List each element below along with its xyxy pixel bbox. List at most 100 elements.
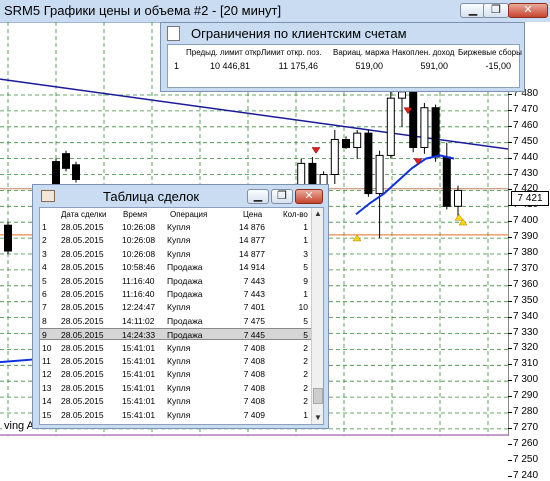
trade-operation: Купля — [167, 369, 191, 380]
indicator-label: ving A — [2, 420, 36, 432]
trade-operation: Купля — [167, 302, 191, 313]
limits-header-open-limit: Лимит откр. поз. — [261, 48, 322, 57]
restore-button[interactable]: ❐ — [483, 3, 509, 18]
trade-index: 1 — [42, 222, 47, 232]
table-row[interactable]: 9 28.05.2015 14:24:33 Продажа 7 445 5 — [40, 328, 311, 341]
table-row[interactable]: 5 28.05.2015 11:16:40 Продажа 7 443 9 — [40, 275, 311, 287]
trade-price: 7 443 — [243, 289, 265, 299]
trade-quantity: 2 — [303, 342, 308, 353]
trade-quantity: 5 — [303, 262, 308, 273]
trade-price: 7 408 — [243, 369, 265, 380]
price-tick: 7 450 — [507, 135, 539, 147]
trade-time: 10:26:08 — [122, 222, 156, 232]
trade-index: 12 — [42, 369, 52, 380]
price-tick: 7 340 — [507, 310, 539, 322]
trade-price: 14 876 — [239, 222, 265, 232]
limits-header-margin: Вариац. маржа — [333, 48, 390, 57]
table-row[interactable]: 15 28.05.2015 15:41:01 Купля 7 409 1 — [40, 409, 311, 421]
price-tick: 7 360 — [507, 278, 539, 290]
trade-time: 15:41:01 — [122, 382, 156, 393]
candle-body — [398, 91, 406, 99]
trade-quantity: 1 — [303, 235, 308, 246]
chart-title: SRM5 Графики цены и объема #2 - [20 мину… — [4, 3, 282, 18]
price-tick: 7 240 — [507, 469, 539, 481]
trade-operation: Купля — [167, 235, 191, 246]
table-row[interactable]: 12 28.05.2015 15:41:01 Купля 7 408 2 — [40, 368, 311, 380]
trade-time: 10:26:08 — [122, 248, 156, 259]
trade-date: 28.05.2015 — [61, 369, 104, 380]
scroll-up-icon[interactable]: ▲ — [312, 208, 323, 220]
trade-index: 15 — [42, 409, 52, 420]
trade-date: 28.05.2015 — [61, 302, 104, 313]
table-row[interactable]: 10 28.05.2015 15:41:01 Купля 7 408 2 — [40, 342, 311, 354]
scroll-thumb[interactable] — [313, 388, 323, 404]
col-date[interactable]: Дата сделки — [61, 210, 106, 219]
trade-operation: Купля — [167, 356, 191, 366]
chart-titlebar[interactable]: SRM5 Графики цены и объема #2 - [20 мину… — [0, 0, 550, 23]
trade-price: 7 408 — [243, 342, 265, 353]
trades-table[interactable]: Дата сделки Время Операция Цена Кол-во ▲… — [39, 207, 324, 425]
minimize-icon: ▁ — [468, 4, 478, 16]
table-row[interactable]: 4 28.05.2015 10:58:46 Продажа 14 914 5 — [40, 261, 311, 273]
limits-table: Предыд. лимит откр. Лимит откр. поз. Вар… — [167, 44, 522, 88]
limits-value-margin: 519,00 — [355, 61, 383, 71]
close-button[interactable]: ✕ — [508, 3, 548, 18]
price-tick: 7 330 — [507, 326, 539, 338]
trade-price: 7 408 — [243, 356, 265, 366]
trade-price: 7 408 — [243, 396, 265, 407]
trade-index: 3 — [42, 248, 47, 259]
table-row[interactable]: 3 28.05.2015 10:26:08 Купля 14 877 3 — [40, 248, 311, 260]
candle-body — [342, 139, 350, 148]
table-row[interactable]: 8 28.05.2015 14:11:02 Продажа 7 475 5 — [40, 315, 311, 327]
limits-header-fees: Биржевые сборы — [458, 48, 522, 57]
price-tick: 7 290 — [507, 390, 539, 402]
trade-price: 14 914 — [239, 262, 265, 273]
candle-body — [409, 91, 418, 148]
table-row[interactable]: 2 28.05.2015 10:26:08 Купля 14 877 1 — [40, 234, 311, 246]
current-price-label: 7 421 — [511, 191, 549, 207]
price-tick: 7 460 — [507, 119, 539, 131]
trades-minimize-button[interactable]: ▁ — [247, 189, 269, 204]
candle-body — [330, 139, 339, 175]
trade-time: 11:16:40 — [122, 275, 155, 286]
table-row[interactable]: 11 28.05.2015 15:41:01 Купля 7 408 2 — [40, 355, 311, 367]
price-tick: 7 470 — [507, 103, 539, 115]
col-operation[interactable]: Операция — [170, 210, 207, 219]
trade-time: 10:58:46 — [122, 262, 156, 273]
trades-window[interactable]: Таблица сделок ▁ ❐ ✕ Дата сделки Время О… — [32, 184, 329, 429]
trade-time: 15:41:01 — [122, 356, 156, 366]
trade-date: 28.05.2015 — [61, 248, 104, 259]
close-icon: ✕ — [523, 4, 533, 16]
col-time[interactable]: Время — [123, 210, 147, 219]
table-row[interactable]: 13 28.05.2015 15:41:01 Купля 7 408 2 — [40, 382, 311, 394]
trade-time: 15:41:01 — [122, 369, 156, 380]
candle-body — [72, 164, 80, 180]
vertical-scrollbar[interactable]: ▲ ▼ — [311, 208, 323, 424]
trade-time: 10:26:08 — [122, 235, 156, 246]
trade-operation: Купля — [167, 409, 191, 420]
trade-quantity: 10 — [298, 302, 308, 313]
trade-date: 28.05.2015 — [61, 396, 104, 407]
table-row[interactable]: 7 28.05.2015 12:24:47 Купля 7 401 10 — [40, 301, 311, 313]
scroll-down-icon[interactable]: ▼ — [312, 412, 323, 424]
candle-body — [431, 107, 440, 158]
table-row[interactable]: 14 28.05.2015 15:41:01 Купля 7 408 2 — [40, 395, 311, 407]
table-row[interactable]: 6 28.05.2015 11:16:40 Продажа 7 443 1 — [40, 288, 311, 300]
limits-title: Ограничения по клиентским счетам — [191, 26, 407, 41]
trade-date: 28.05.2015 — [61, 289, 104, 299]
trades-close-button[interactable]: ✕ — [295, 189, 323, 204]
document-icon — [167, 26, 180, 41]
table-row[interactable]: 1 28.05.2015 10:26:08 Купля 14 876 1 — [40, 221, 311, 233]
price-tick: 7 260 — [507, 437, 539, 449]
trades-restore-button[interactable]: ❐ — [271, 189, 293, 204]
trade-quantity: 1 — [303, 222, 308, 232]
col-quantity[interactable]: Кол-во — [283, 210, 308, 219]
candle-body — [386, 97, 395, 156]
price-tick: 7 300 — [507, 374, 539, 386]
price-tick: 7 310 — [507, 358, 539, 370]
trade-date: 28.05.2015 — [61, 356, 104, 366]
trade-price: 14 877 — [239, 248, 265, 259]
limits-window[interactable]: Ограничения по клиентским счетам Предыд.… — [160, 22, 525, 92]
col-price[interactable]: Цена — [243, 210, 262, 219]
trade-quantity: 2 — [303, 356, 308, 366]
